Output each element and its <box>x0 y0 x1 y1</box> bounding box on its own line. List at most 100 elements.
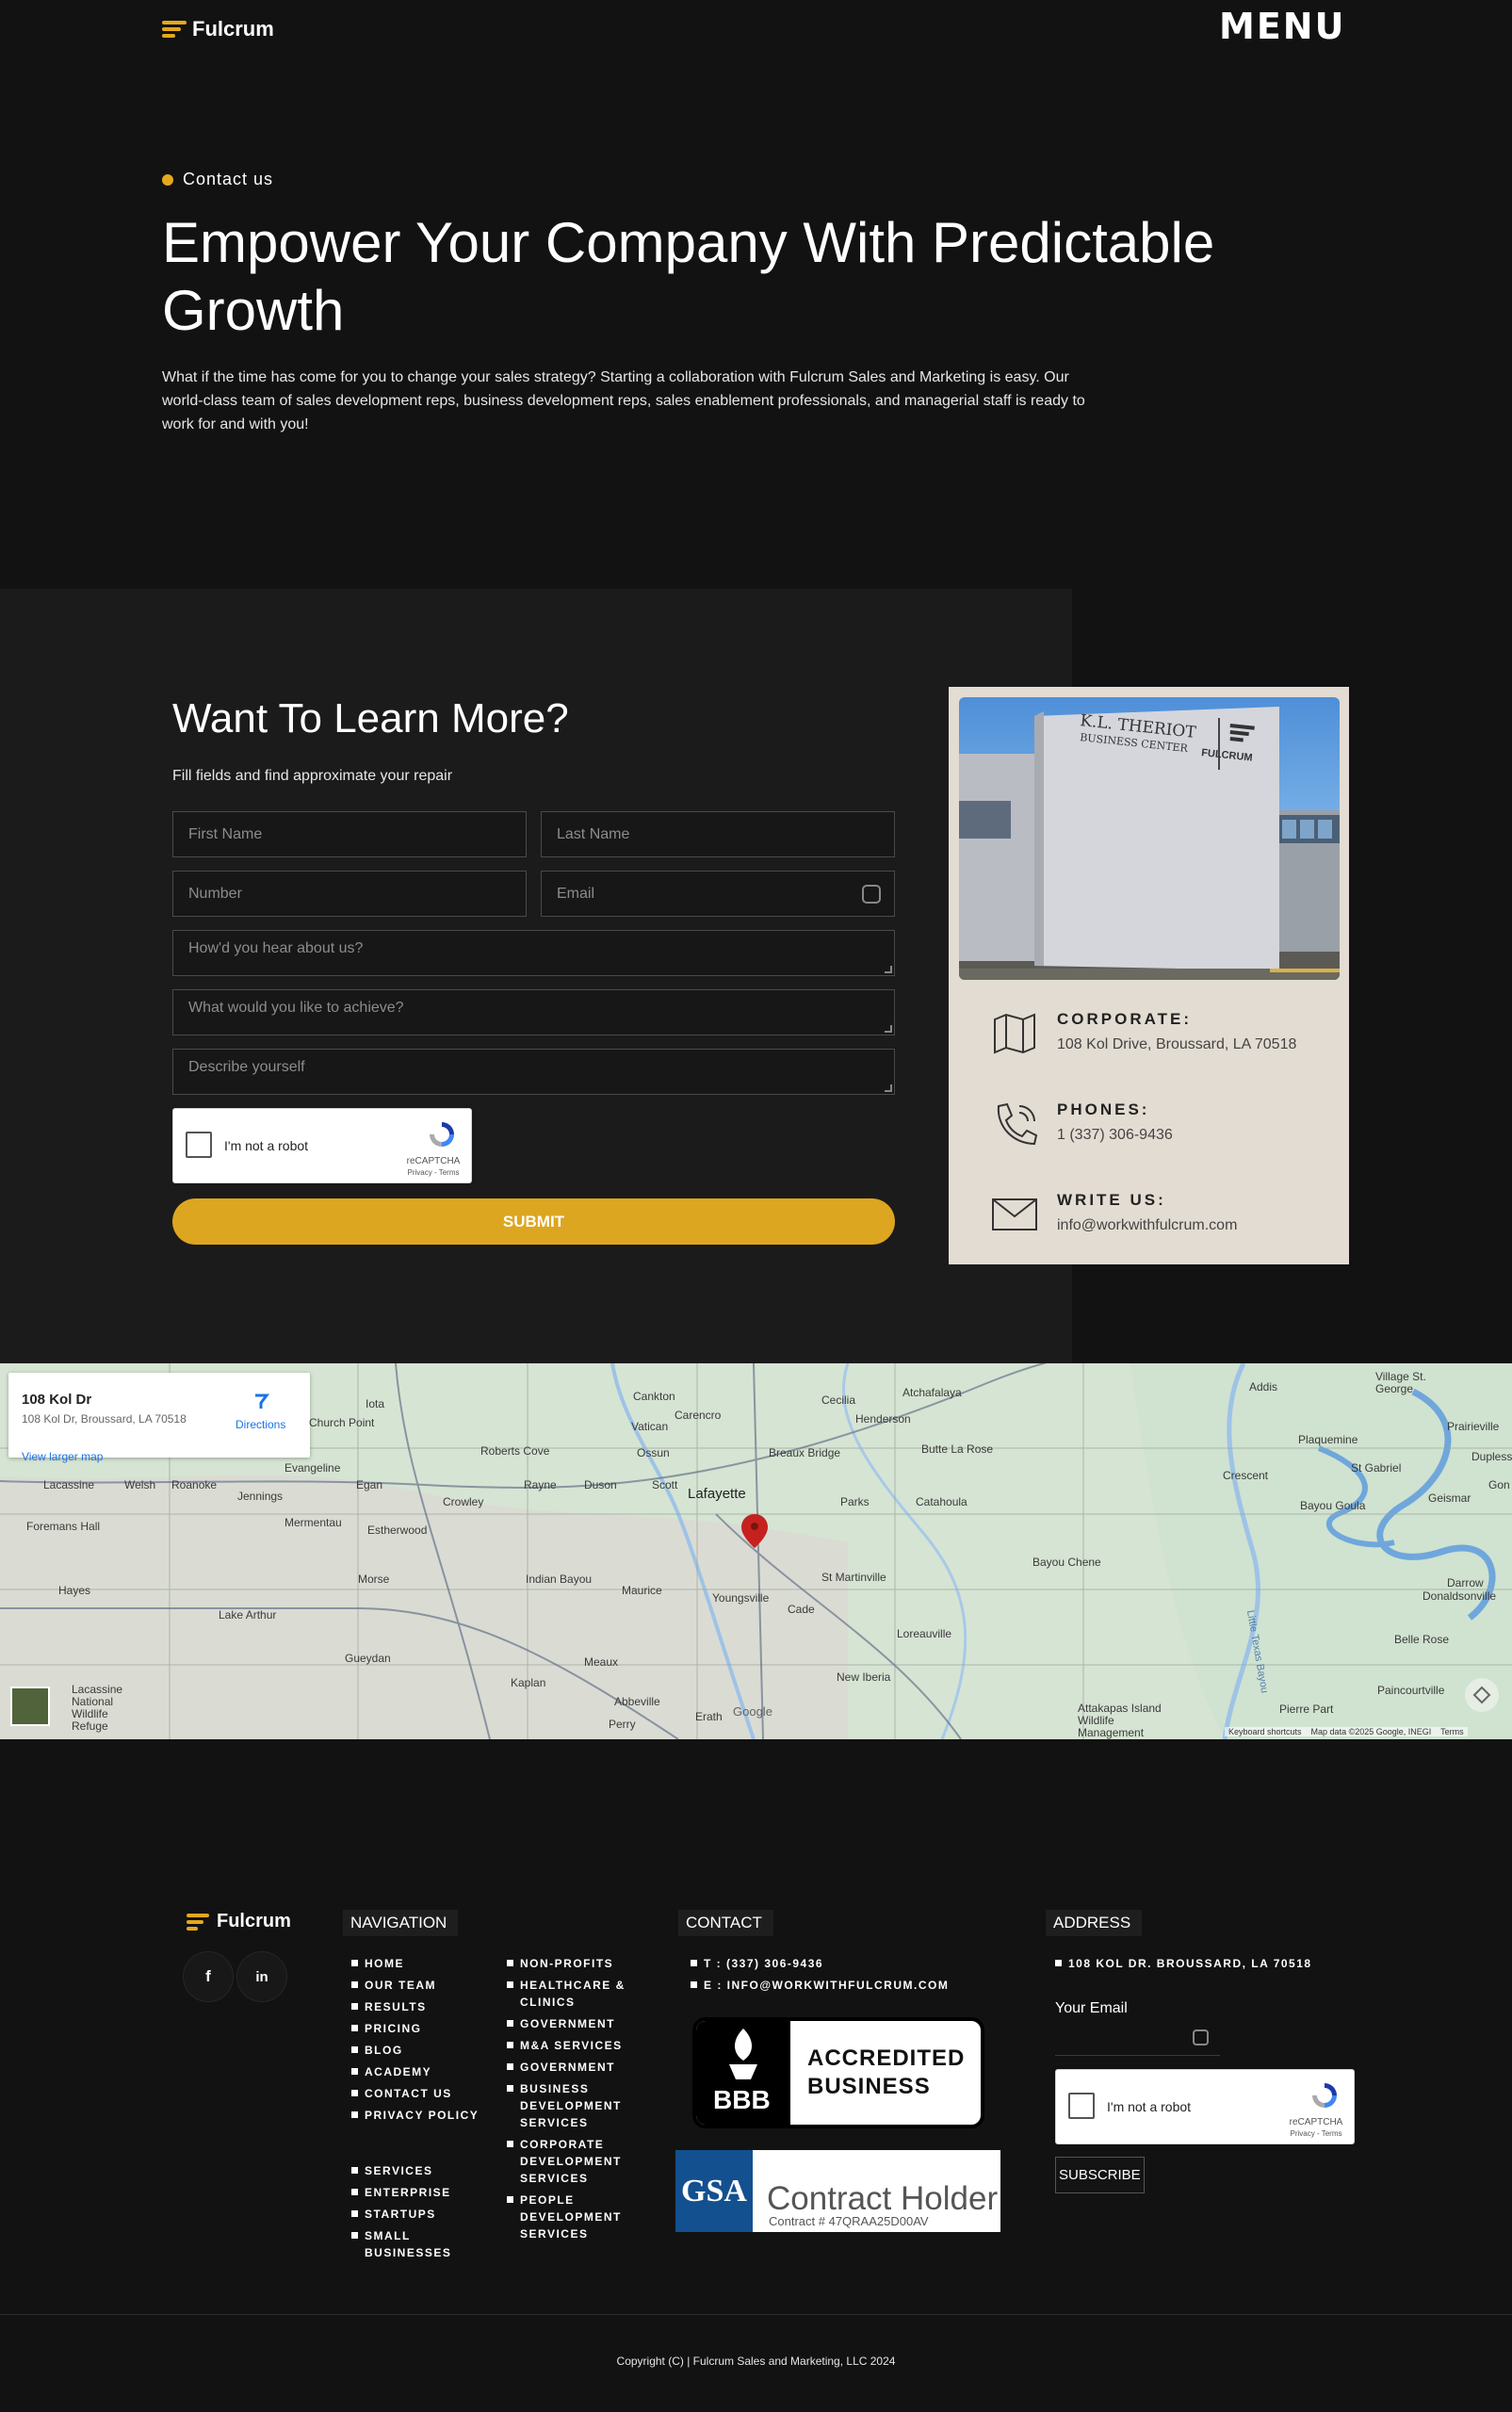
submit-button[interactable]: SUBMIT <box>172 1198 895 1245</box>
contact-phone[interactable]: T : (337) 306-9436 <box>691 1955 1001 1972</box>
footer-nav-link[interactable]: PEOPLE DEVELOPMENT SERVICES <box>507 2192 639 2242</box>
recaptcha-terms[interactable]: Privacy - Terms <box>1288 2129 1344 2138</box>
bbb-logo-text: BBB <box>713 2085 771 2114</box>
footer-nav-link[interactable]: NON-PROFITS <box>507 1955 639 1972</box>
hear-about-us-textarea[interactable]: How'd you hear about us? <box>172 930 895 976</box>
footer-nav-link[interactable]: PRICING <box>351 2020 483 2037</box>
number-placeholder: Number <box>188 885 242 902</box>
navigation-heading: NAVIGATION <box>343 1910 459 1936</box>
footer-email-input[interactable] <box>1055 2022 1220 2056</box>
linkedin-icon[interactable]: in <box>236 1951 287 2002</box>
subscribe-button[interactable]: SUBSCRIBE <box>1055 2157 1145 2193</box>
footer-nav-link[interactable]: PRIVACY POLICY <box>351 2107 483 2124</box>
map-label: Vatican <box>631 1420 669 1433</box>
footer-nav-link[interactable]: GOVERNMENT <box>507 2059 639 2076</box>
view-larger-map-link[interactable]: View larger map <box>22 1450 103 1463</box>
map-label: Henderson <box>855 1412 911 1426</box>
map-label: Lacassine National Wildlife Refuge <box>72 1683 123 1733</box>
resize-handle-icon[interactable] <box>885 966 892 973</box>
footer-brand-name: Fulcrum <box>217 1911 291 1931</box>
menu-button[interactable]: MENU <box>1219 6 1345 47</box>
autofill-icon[interactable] <box>862 885 881 904</box>
map-label: Loreauville <box>897 1627 952 1640</box>
map-label: Youngsville <box>712 1591 770 1605</box>
recaptcha-brand: reCAPTCHA <box>1289 2117 1343 2127</box>
address-value: 108 KOL DR. BROUSSARD, LA 70518 <box>1055 1955 1338 1972</box>
recaptcha-label: I'm not a robot <box>1107 2099 1192 2114</box>
footer-nav-link[interactable]: BLOG <box>351 2042 483 2059</box>
building-illustration: K.L. THERIOT BUSINESS CENTER FULCRUM <box>959 707 1340 980</box>
gsa-contract-badge[interactable]: GSA Contract Holder Contract # 47QRAA25D… <box>675 2150 1000 2232</box>
map-label: Welsh <box>124 1478 156 1491</box>
email-label: Your Email <box>1055 2000 1128 2016</box>
map-label: Abbeville <box>614 1695 660 1708</box>
map-satellite-toggle[interactable] <box>10 1687 50 1726</box>
map-label: Dupless <box>1471 1450 1512 1463</box>
recaptcha-terms[interactable]: Privacy - Terms <box>405 1168 462 1177</box>
map-label: Cecilia <box>821 1393 856 1407</box>
recaptcha-checkbox[interactable] <box>186 1132 212 1158</box>
footer-nav-link[interactable]: RESULTS <box>351 1998 483 2015</box>
map-label: Meaux <box>584 1655 619 1669</box>
footer-nav-link[interactable]: BUSINESS DEVELOPMENT SERVICES <box>507 2080 639 2131</box>
contact-info-card: K.L. THERIOT BUSINESS CENTER FULCRUM COR… <box>949 687 1349 1264</box>
footer-nav-link[interactable]: ACADEMY <box>351 2063 483 2080</box>
map-attribution[interactable]: Keyboard shortcuts Map data ©2025 Google… <box>1225 1727 1468 1736</box>
form-title: Want To Learn More? <box>172 695 569 742</box>
phone-icon <box>997 1102 1038 1146</box>
recaptcha-checkbox[interactable] <box>1068 2093 1095 2119</box>
footer-divider <box>0 2314 1512 2315</box>
map-fullscreen-button[interactable] <box>1465 1678 1499 1712</box>
map-icon <box>994 1013 1035 1054</box>
map-label: Estherwood <box>367 1524 428 1537</box>
facebook-icon[interactable]: f <box>183 1951 234 2002</box>
footer-nav-link[interactable]: SERVICES <box>351 2162 483 2179</box>
first-name-field[interactable]: First Name <box>172 811 527 857</box>
footer-nav-link[interactable]: HEALTHCARE & CLINICS <box>507 1977 639 2011</box>
directions-link[interactable]: Directions <box>236 1418 285 1431</box>
map-label: Duson <box>584 1478 617 1491</box>
bullet-dot-icon <box>162 173 173 186</box>
footer-nav-link[interactable]: OUR TEAM <box>351 1977 483 1994</box>
nav-list-1b: SERVICES ENTERPRISE STARTUPS SMALL BUSINESS… <box>351 2162 483 2266</box>
map-label: Lake Arthur <box>219 1608 277 1622</box>
bbb-logo-panel: BBB <box>696 2021 790 2125</box>
achieve-textarea[interactable]: What would you like to achieve? <box>172 989 895 1035</box>
map-label: Iota <box>366 1397 385 1410</box>
footer-nav-link[interactable]: GOVERNMENT <box>507 2015 639 2032</box>
map-label: Church Point <box>309 1416 375 1429</box>
write-us-email[interactable]: info@workwithfulcrum.com <box>1057 1217 1237 1234</box>
footer-nav-link[interactable]: ENTERPRISE <box>351 2184 483 2201</box>
map-label: Donaldsonville <box>1423 1589 1497 1603</box>
last-name-field[interactable]: Last Name <box>541 811 895 857</box>
resize-handle-icon[interactable] <box>885 1025 892 1033</box>
footer-nav-link[interactable]: CORPORATE DEVELOPMENT SERVICES <box>507 2136 639 2187</box>
footer-nav-link[interactable]: M&A SERVICES <box>507 2037 639 2054</box>
footer-nav-link[interactable]: CONTACT US <box>351 2085 483 2102</box>
resize-handle-icon[interactable] <box>885 1084 892 1092</box>
phones-value[interactable]: 1 (337) 306-9436 <box>1057 1127 1173 1144</box>
map-label: Breaux Bridge <box>769 1446 841 1459</box>
map-label: Crescent <box>1223 1469 1269 1482</box>
map-label: Parks <box>840 1495 870 1508</box>
map-label: Butte La Rose <box>921 1442 994 1456</box>
map-label: Scott <box>652 1478 678 1491</box>
email-field[interactable]: Email <box>541 871 895 917</box>
directions-icon[interactable] <box>252 1392 270 1410</box>
footer-nav-link[interactable]: HOME <box>351 1955 483 1972</box>
contact-list: T : (337) 306-9436 E : INFO@WORKWITHFULC… <box>691 1955 1001 1998</box>
footer-nav-link[interactable]: SMALL BUSINESSES <box>351 2227 483 2261</box>
describe-textarea[interactable]: Describe yourself <box>172 1049 895 1095</box>
bbb-accredited-badge[interactable]: BBB ACCREDITED BUSINESS <box>692 2017 984 2128</box>
map-label: Roanoke <box>171 1478 218 1491</box>
autofill-icon[interactable] <box>1193 2029 1209 2045</box>
contact-email[interactable]: E : INFO@WORKWITHFULCRUM.COM <box>691 1977 1001 1994</box>
map-embed[interactable]: 108 Kol Dr 108 Kol Dr, Broussard, LA 705… <box>0 1363 1512 1739</box>
brand-logo[interactable]: Fulcrum <box>162 17 274 41</box>
footer-nav-link[interactable]: STARTUPS <box>351 2206 483 2223</box>
nav-list-1: HOME OUR TEAM RESULTS PRICING BLOG ACADEMY CON… <box>351 1955 483 2128</box>
map-label: Lacassine <box>43 1478 95 1491</box>
number-field[interactable]: Number <box>172 871 527 917</box>
gsa-contract-number: Contract # 47QRAA25D00AV <box>769 2214 929 2228</box>
footer-brand-logo[interactable]: Fulcrum <box>187 1911 291 1932</box>
